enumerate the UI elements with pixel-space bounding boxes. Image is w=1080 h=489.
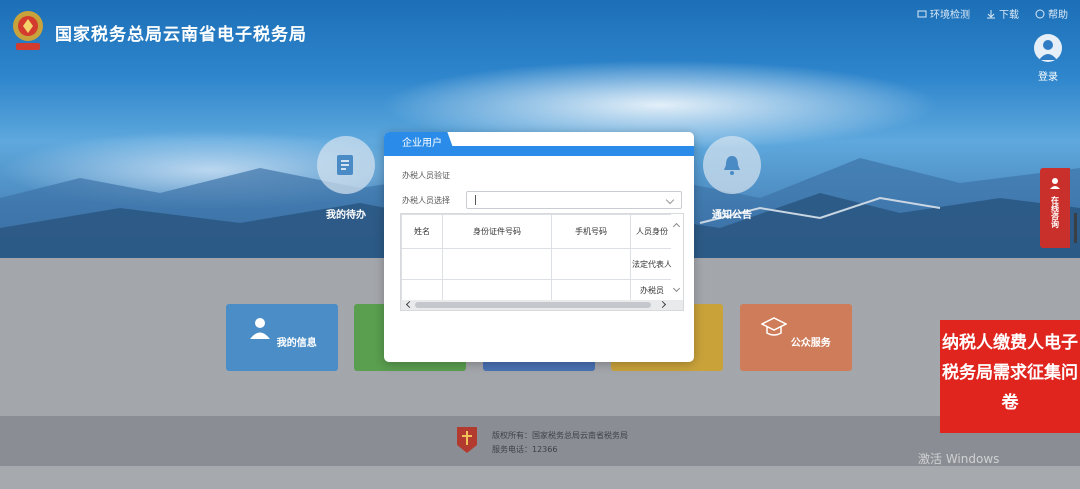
cell-id-number <box>442 279 552 302</box>
cell-role: 法定代表人 <box>630 248 674 280</box>
bottom-strip <box>0 466 1080 489</box>
text-caret <box>475 195 476 205</box>
table-horizontal-scrollbar[interactable] <box>401 300 683 310</box>
table-row[interactable]: 法定代表人 <box>401 248 674 280</box>
login-label: 登录 <box>1038 72 1058 83</box>
environment-check-label: 环境检测 <box>930 10 970 21</box>
my-todo-label: 我的待办 <box>326 210 366 221</box>
help-icon <box>1035 9 1045 18</box>
cell-name <box>401 248 443 280</box>
cell-phone <box>551 279 631 302</box>
column-header-id-number: 身份证件号码 <box>442 214 552 249</box>
user-avatar-icon <box>1034 34 1062 62</box>
staff-select[interactable] <box>466 191 682 209</box>
service-phone-text: 服务电话：12366 <box>492 445 558 454</box>
scroll-left-icon[interactable] <box>405 300 414 309</box>
site-title: 国家税务总局云南省电子税务局 <box>55 25 307 45</box>
help-label: 帮助 <box>1048 10 1068 21</box>
bell-icon <box>703 136 761 194</box>
my-info-label: 我的信息 <box>276 338 317 349</box>
windows-watermark: 激活 Windows <box>918 452 1000 466</box>
my-info-tile[interactable]: 我的信息 <box>226 304 338 371</box>
cell-name <box>401 279 443 302</box>
scrollbar-thumb[interactable] <box>415 302 651 308</box>
login-button[interactable]: 登录 <box>1033 34 1063 83</box>
page-scrollbar[interactable] <box>1074 213 1077 243</box>
column-header-name: 姓名 <box>401 214 443 249</box>
todo-icon <box>317 136 375 194</box>
tab-enterprise-user[interactable]: 企业用户 <box>384 132 456 156</box>
notice-label: 通知公告 <box>712 210 752 221</box>
copyright-text: 版权所有：国家税务总局云南省税务局 <box>492 431 628 440</box>
download-link[interactable]: 下载 <box>986 6 1019 21</box>
help-link[interactable]: 帮助 <box>1035 6 1068 21</box>
staff-verification-dialog: 企业用户 办税人员验证 办税人员选择 姓名 身份证件号码 手机号码 人员身份 法… <box>384 132 694 362</box>
tax-emblem-icon <box>13 11 43 50</box>
online-consult-button[interactable]: 在线咨询 <box>1040 168 1070 248</box>
environment-check-link[interactable]: 环境检测 <box>917 6 970 21</box>
download-icon <box>987 9 995 18</box>
cell-role: 办税员 <box>630 279 674 302</box>
cell-id-number <box>442 248 552 280</box>
scroll-down-icon[interactable] <box>672 284 681 293</box>
notice-button[interactable]: 通知公告 <box>692 136 772 221</box>
tax-emblem-icon <box>457 427 477 453</box>
dialog-header: 企业用户 <box>384 132 694 158</box>
customer-service-icon <box>1050 178 1060 189</box>
column-header-role: 人员身份 <box>630 214 674 249</box>
download-label: 下载 <box>999 10 1019 21</box>
public-service-tile[interactable]: 公众服务 <box>740 304 852 371</box>
scroll-up-icon[interactable] <box>672 222 681 231</box>
scroll-right-icon[interactable] <box>658 300 667 309</box>
mortarboard-icon <box>760 317 788 336</box>
person-icon <box>250 318 271 339</box>
top-links: 环境检测 下载 帮助 <box>917 6 1068 21</box>
column-header-phone: 手机号码 <box>551 214 631 249</box>
online-consult-label: 在线咨询 <box>1050 196 1060 228</box>
survey-banner[interactable]: 纳税人缴费人电子税务局需求征集问卷 <box>940 320 1080 433</box>
table-row[interactable]: 办税员 <box>401 279 674 302</box>
chevron-down-icon <box>665 195 675 205</box>
environment-check-icon <box>917 10 927 17</box>
my-todo-button[interactable]: 我的待办 <box>306 136 386 221</box>
staff-select-label: 办税人员选择 <box>402 195 450 205</box>
section-title: 办税人员验证 <box>402 171 450 180</box>
table-vertical-scrollbar[interactable] <box>671 214 683 300</box>
public-service-label: 公众服务 <box>790 338 831 349</box>
staff-table: 姓名 身份证件号码 手机号码 人员身份 法定代表人 办税员 <box>400 213 684 311</box>
cell-phone <box>551 248 631 280</box>
